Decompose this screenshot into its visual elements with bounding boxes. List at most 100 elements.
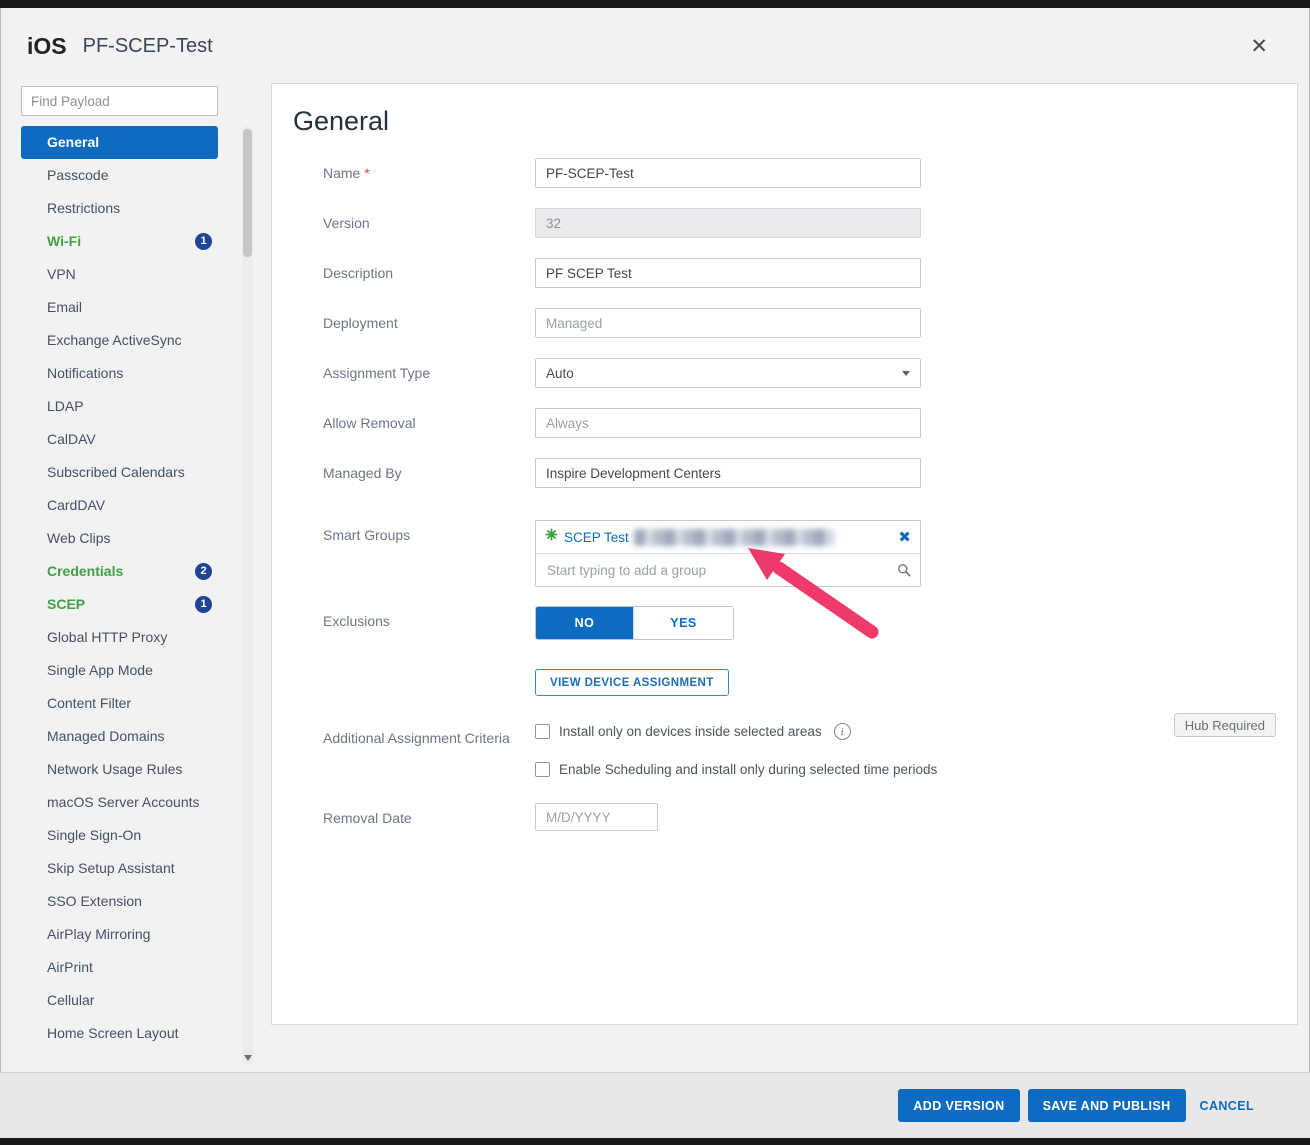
sidebar-item-web-clips[interactable]: Web Clips	[21, 522, 218, 555]
managed-by-field-row: Managed By	[323, 458, 1297, 488]
chevron-down-icon	[902, 371, 910, 376]
sidebar-item-carddav[interactable]: CardDAV	[21, 489, 218, 522]
smart-groups-label: Smart Groups	[323, 520, 535, 587]
sidebar-item-sso-extension[interactable]: SSO Extension	[21, 885, 218, 918]
sidebar-item-subscribed-calendars[interactable]: Subscribed Calendars	[21, 456, 218, 489]
additional-criteria-row: Additional Assignment Criteria Install o…	[323, 723, 1297, 777]
sidebar-item-managed-domains[interactable]: Managed Domains	[21, 720, 218, 753]
version-field-row: Version	[323, 208, 1297, 238]
assignment-type-value: Auto	[546, 366, 574, 381]
smart-group-chip[interactable]: SCEP Test ✖	[536, 521, 920, 554]
sidebar-item-caldav[interactable]: CalDAV	[21, 423, 218, 456]
sidebar-item-cellular[interactable]: Cellular	[21, 984, 218, 1017]
sidebar-item-label: Wi-Fi	[47, 233, 195, 251]
redacted-text-blur	[634, 529, 834, 546]
sidebar-item-restrictions[interactable]: Restrictions	[21, 192, 218, 225]
scheduling-checkbox[interactable]	[535, 762, 550, 777]
smart-groups-box: SCEP Test ✖	[535, 520, 921, 587]
sidebar-item-skip-setup-assistant[interactable]: Skip Setup Assistant	[21, 852, 218, 885]
sidebar-item-label: CalDAV	[47, 431, 212, 449]
sidebar-item-ldap[interactable]: LDAP	[21, 390, 218, 423]
sidebar-item-label: VPN	[47, 266, 212, 284]
sidebar-item-label: Managed Domains	[47, 728, 212, 746]
smart-groups-field-row: Smart Groups	[323, 520, 1297, 587]
sidebar-item-single-app-mode[interactable]: Single App Mode	[21, 654, 218, 687]
smart-group-search-row	[536, 554, 920, 586]
scheduling-option: Enable Scheduling and install only durin…	[535, 762, 937, 777]
sidebar-item-label: Web Clips	[47, 530, 212, 548]
sidebar-item-label: Network Usage Rules	[47, 761, 212, 779]
sidebar-item-label: Subscribed Calendars	[47, 464, 212, 482]
sidebar-item-wi-fi[interactable]: Wi-Fi1	[21, 225, 218, 258]
sidebar-item-network-usage-rules[interactable]: Network Usage Rules	[21, 753, 218, 786]
sidebar-item-label: Cellular	[47, 992, 212, 1010]
view-device-assignment-button[interactable]: VIEW DEVICE ASSIGNMENT	[535, 669, 729, 696]
version-input	[535, 208, 921, 238]
sidebar-item-content-filter[interactable]: Content Filter	[21, 687, 218, 720]
allow-removal-input	[535, 408, 921, 438]
required-marker: *	[364, 165, 369, 181]
sidebar-item-airprint[interactable]: AirPrint	[21, 951, 218, 984]
sidebar-item-label: Single Sign-On	[47, 827, 212, 845]
sidebar-item-label: AirPlay Mirroring	[47, 926, 212, 944]
sidebar-item-vpn[interactable]: VPN	[21, 258, 218, 291]
exclusions-yes-option[interactable]: YES	[633, 607, 733, 639]
assignment-type-label: Assignment Type	[323, 358, 535, 388]
name-field-row: Name*	[323, 158, 1297, 188]
find-payload-input[interactable]	[21, 86, 218, 116]
description-input[interactable]	[535, 258, 921, 288]
close-icon[interactable]: ✕	[1246, 32, 1272, 61]
sidebar-scrollbar[interactable]	[242, 126, 253, 1065]
scrollbar-down-arrow-icon[interactable]	[244, 1055, 252, 1061]
payload-list: GeneralPasscodeRestrictionsWi-Fi1VPNEmai…	[21, 126, 218, 1050]
sidebar-item-label: Home Screen Layout	[47, 1025, 212, 1043]
exclusions-toggle: NO YES	[535, 606, 734, 640]
save-and-publish-button[interactable]: SAVE AND PUBLISH	[1028, 1089, 1186, 1122]
sidebar-item-scep[interactable]: SCEP1	[21, 588, 218, 621]
sidebar-item-passcode[interactable]: Passcode	[21, 159, 218, 192]
info-icon[interactable]: i	[834, 723, 851, 740]
install-areas-checkbox[interactable]	[535, 724, 550, 739]
description-label: Description	[323, 258, 535, 288]
sidebar-item-general[interactable]: General	[21, 126, 218, 159]
sidebar-item-label: AirPrint	[47, 959, 212, 977]
payload-sidebar: GeneralPasscodeRestrictionsWi-Fi1VPNEmai…	[21, 86, 218, 1050]
cancel-button[interactable]: CANCEL	[1194, 1089, 1260, 1122]
sidebar-item-airplay-mirroring[interactable]: AirPlay Mirroring	[21, 918, 218, 951]
scrollbar-thumb[interactable]	[243, 129, 252, 257]
sidebar-item-label: SSO Extension	[47, 893, 212, 911]
version-label: Version	[323, 208, 535, 238]
smart-group-name: SCEP Test	[564, 530, 629, 545]
sidebar-item-label: LDAP	[47, 398, 212, 416]
removal-date-input[interactable]	[535, 803, 658, 831]
name-label-text: Name	[323, 165, 360, 181]
exclusions-label: Exclusions	[323, 606, 535, 640]
smart-group-search-input[interactable]	[545, 562, 897, 579]
sidebar-item-notifications[interactable]: Notifications	[21, 357, 218, 390]
sidebar-item-label: Passcode	[47, 167, 212, 185]
sidebar-item-macos-server-accounts[interactable]: macOS Server Accounts	[21, 786, 218, 819]
sidebar-item-exchange-activesync[interactable]: Exchange ActiveSync	[21, 324, 218, 357]
name-input[interactable]	[535, 158, 921, 188]
sidebar-item-single-sign-on[interactable]: Single Sign-On	[21, 819, 218, 852]
sidebar-item-email[interactable]: Email	[21, 291, 218, 324]
sidebar-item-label: CardDAV	[47, 497, 212, 515]
sidebar-item-label: Content Filter	[47, 695, 212, 713]
remove-smart-group-icon[interactable]: ✖	[898, 530, 911, 545]
platform-label: iOS	[27, 33, 67, 60]
sidebar-item-label: SCEP	[47, 596, 195, 614]
assignment-type-select[interactable]: Auto	[535, 358, 921, 388]
sidebar-item-global-http-proxy[interactable]: Global HTTP Proxy	[21, 621, 218, 654]
payload-count-badge: 1	[195, 596, 212, 613]
section-title: General	[293, 106, 1297, 137]
sidebar-item-home-screen-layout[interactable]: Home Screen Layout	[21, 1017, 218, 1050]
managed-by-input[interactable]	[535, 458, 921, 488]
payload-count-badge: 1	[195, 233, 212, 250]
add-version-button[interactable]: ADD VERSION	[898, 1089, 1019, 1122]
exclusions-no-option[interactable]: NO	[536, 607, 633, 639]
sidebar-item-label: General	[47, 134, 212, 152]
deployment-input	[535, 308, 921, 338]
additional-criteria-label: Additional Assignment Criteria	[323, 723, 535, 777]
view-device-assignment-row: VIEW DEVICE ASSIGNMENT	[323, 669, 1297, 696]
sidebar-item-credentials[interactable]: Credentials2	[21, 555, 218, 588]
